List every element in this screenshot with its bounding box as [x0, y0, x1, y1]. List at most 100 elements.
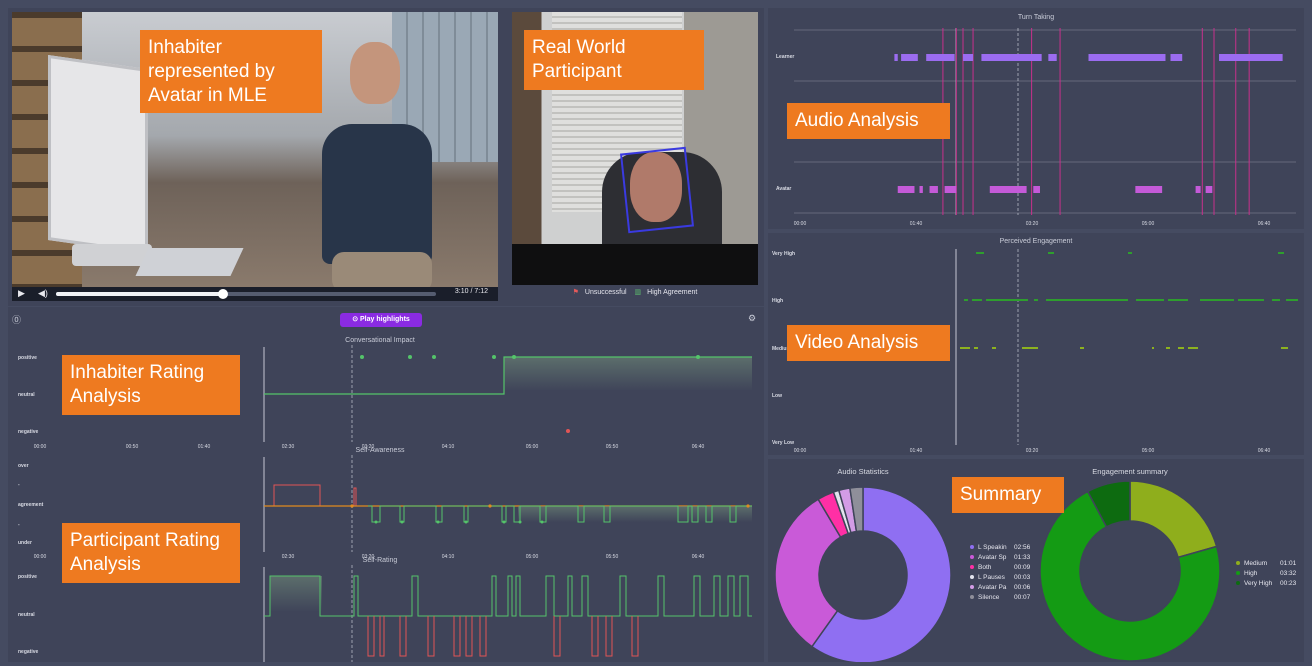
self-rating-red: [427, 616, 435, 657]
legend-label: Avatar Sp: [978, 554, 1007, 561]
data-point: [512, 355, 516, 359]
play-highlights-button[interactable]: ⊙ Play highlights: [340, 313, 422, 327]
legend-label: L Speakin: [978, 544, 1007, 551]
engagement-mark: [972, 299, 982, 301]
area-fill: [270, 576, 322, 612]
seek-bar-fill: [56, 292, 224, 296]
x-tick-label: 01:40: [910, 221, 923, 227]
legend-swatch: [1236, 571, 1240, 576]
self-rating-red: [605, 616, 613, 657]
x-tick-label: 00:00: [34, 554, 47, 560]
legend-item: Avatar Sp 01:33: [970, 554, 1030, 561]
pie-slice: [1129, 480, 1218, 559]
overlay-video-analysis: Video Analysis: [787, 325, 950, 361]
seek-bar[interactable]: [56, 289, 436, 299]
engagement-mark: [1200, 299, 1234, 301]
engagement-mark: [1178, 347, 1184, 349]
keyboard-image: [135, 248, 244, 276]
legend-label: L Pauses: [978, 574, 1005, 581]
engagement-mark: [964, 299, 968, 301]
y-tick-label: -: [18, 522, 20, 528]
self-rating-red: [479, 616, 487, 657]
legend-label: Very High: [1244, 580, 1273, 587]
engagement-mark: [1080, 347, 1084, 349]
turn-segment: [897, 186, 915, 193]
y-tick-label: positive: [18, 574, 37, 580]
data-point: [746, 504, 750, 508]
legend-label: Both: [978, 564, 992, 571]
turn-segment: [919, 186, 923, 193]
legend-swatch: [970, 545, 974, 550]
data-point: [540, 520, 544, 524]
legend-swatch: [1236, 561, 1240, 566]
engagement-mark: [1046, 299, 1128, 301]
y-tick-label: -: [18, 482, 20, 488]
legend-value: 00:06: [1014, 584, 1031, 591]
self-rating-red: [379, 616, 385, 657]
overlay-inhabiter-rating: Inhabiter Rating Analysis: [62, 355, 240, 415]
x-tick-label: 03:20: [1026, 448, 1039, 454]
x-tick-label: 03:20: [1026, 221, 1039, 227]
legend-item: High 03:32: [1236, 570, 1296, 577]
engagement-mark: [1238, 299, 1264, 301]
y-tick-label: neutral: [18, 392, 35, 398]
self-awareness-red: [264, 484, 752, 507]
engagement-mark: [974, 347, 978, 349]
legend-swatch: [1236, 581, 1240, 586]
legend-label: Avatar Pa: [978, 584, 1007, 591]
x-tick-label: 00:50: [126, 444, 139, 450]
x-tick-label: 05:00: [1142, 221, 1155, 227]
x-tick-label: 06:40: [692, 554, 705, 560]
y-tick-label: negative: [18, 429, 39, 435]
x-tick-label: 05:00: [526, 444, 539, 450]
dashboard: ▶ ◀) 3:10 / 7:12 ⚑ Unsuccessful ▥ High Agr…: [0, 0, 1312, 666]
seek-bar-thumb[interactable]: [218, 289, 229, 299]
video-controls: ▶ ◀) 3:10 / 7:12: [12, 287, 498, 301]
turn-segment: [1135, 186, 1163, 193]
data-point: [492, 355, 496, 359]
x-tick-label: 05:50: [606, 554, 619, 560]
data-point: [436, 520, 440, 524]
play-circle-icon: ⊙: [352, 316, 359, 323]
gear-icon[interactable]: ⚙: [748, 313, 756, 324]
legend-label: Medium: [1244, 560, 1268, 567]
legend-swatch: [970, 595, 974, 600]
area-fill: [518, 506, 752, 522]
y-tick-label: over: [18, 463, 29, 469]
y-tick-label: under: [18, 540, 32, 546]
turn-segment: [1205, 186, 1213, 193]
volume-icon[interactable]: ◀): [38, 288, 48, 299]
chart-title: Self-Rating: [363, 557, 398, 564]
legend-swatch: [970, 585, 974, 590]
help-icon[interactable]: ⓪: [12, 313, 21, 326]
turn-segment: [894, 54, 898, 61]
data-point: [566, 429, 570, 433]
x-tick-label: 00:00: [794, 448, 807, 454]
data-point: [696, 355, 700, 359]
legend-value: 01:01: [1280, 560, 1297, 567]
overlay-audio-analysis: Audio Analysis: [787, 103, 950, 139]
y-tick-label: Very High: [772, 251, 795, 257]
engagement-mark: [1022, 347, 1038, 349]
turn-segment: [1088, 54, 1166, 61]
legend-value: 01:33: [1014, 554, 1031, 561]
overlay-inhabiter-avatar: Inhabiter represented by Avatar in MLE: [140, 30, 322, 114]
x-tick-label: 02:30: [282, 444, 295, 450]
time-readout: 3:10 / 7:12: [454, 288, 488, 295]
x-tick-label: 00:00: [34, 444, 47, 450]
x-tick-label: 02:30: [282, 554, 295, 560]
engagement-mark: [1128, 252, 1132, 254]
data-point: [374, 520, 378, 524]
flag-icon: ⚑: [572, 289, 579, 296]
self-rating-red: [465, 616, 473, 657]
y-tick-label: positive: [18, 355, 37, 361]
x-tick-label: 05:00: [1142, 448, 1155, 454]
turn-segment: [1048, 54, 1057, 61]
legend-item: Very High 00:23: [1236, 580, 1296, 587]
chart-title: Turn Taking: [1018, 14, 1054, 21]
self-rating-red: [553, 616, 561, 657]
play-icon[interactable]: ▶: [18, 288, 25, 299]
chart-title: Engagement summary: [1092, 467, 1168, 476]
engagement-mark: [1286, 299, 1298, 301]
y-tick-label: Low: [772, 393, 782, 399]
